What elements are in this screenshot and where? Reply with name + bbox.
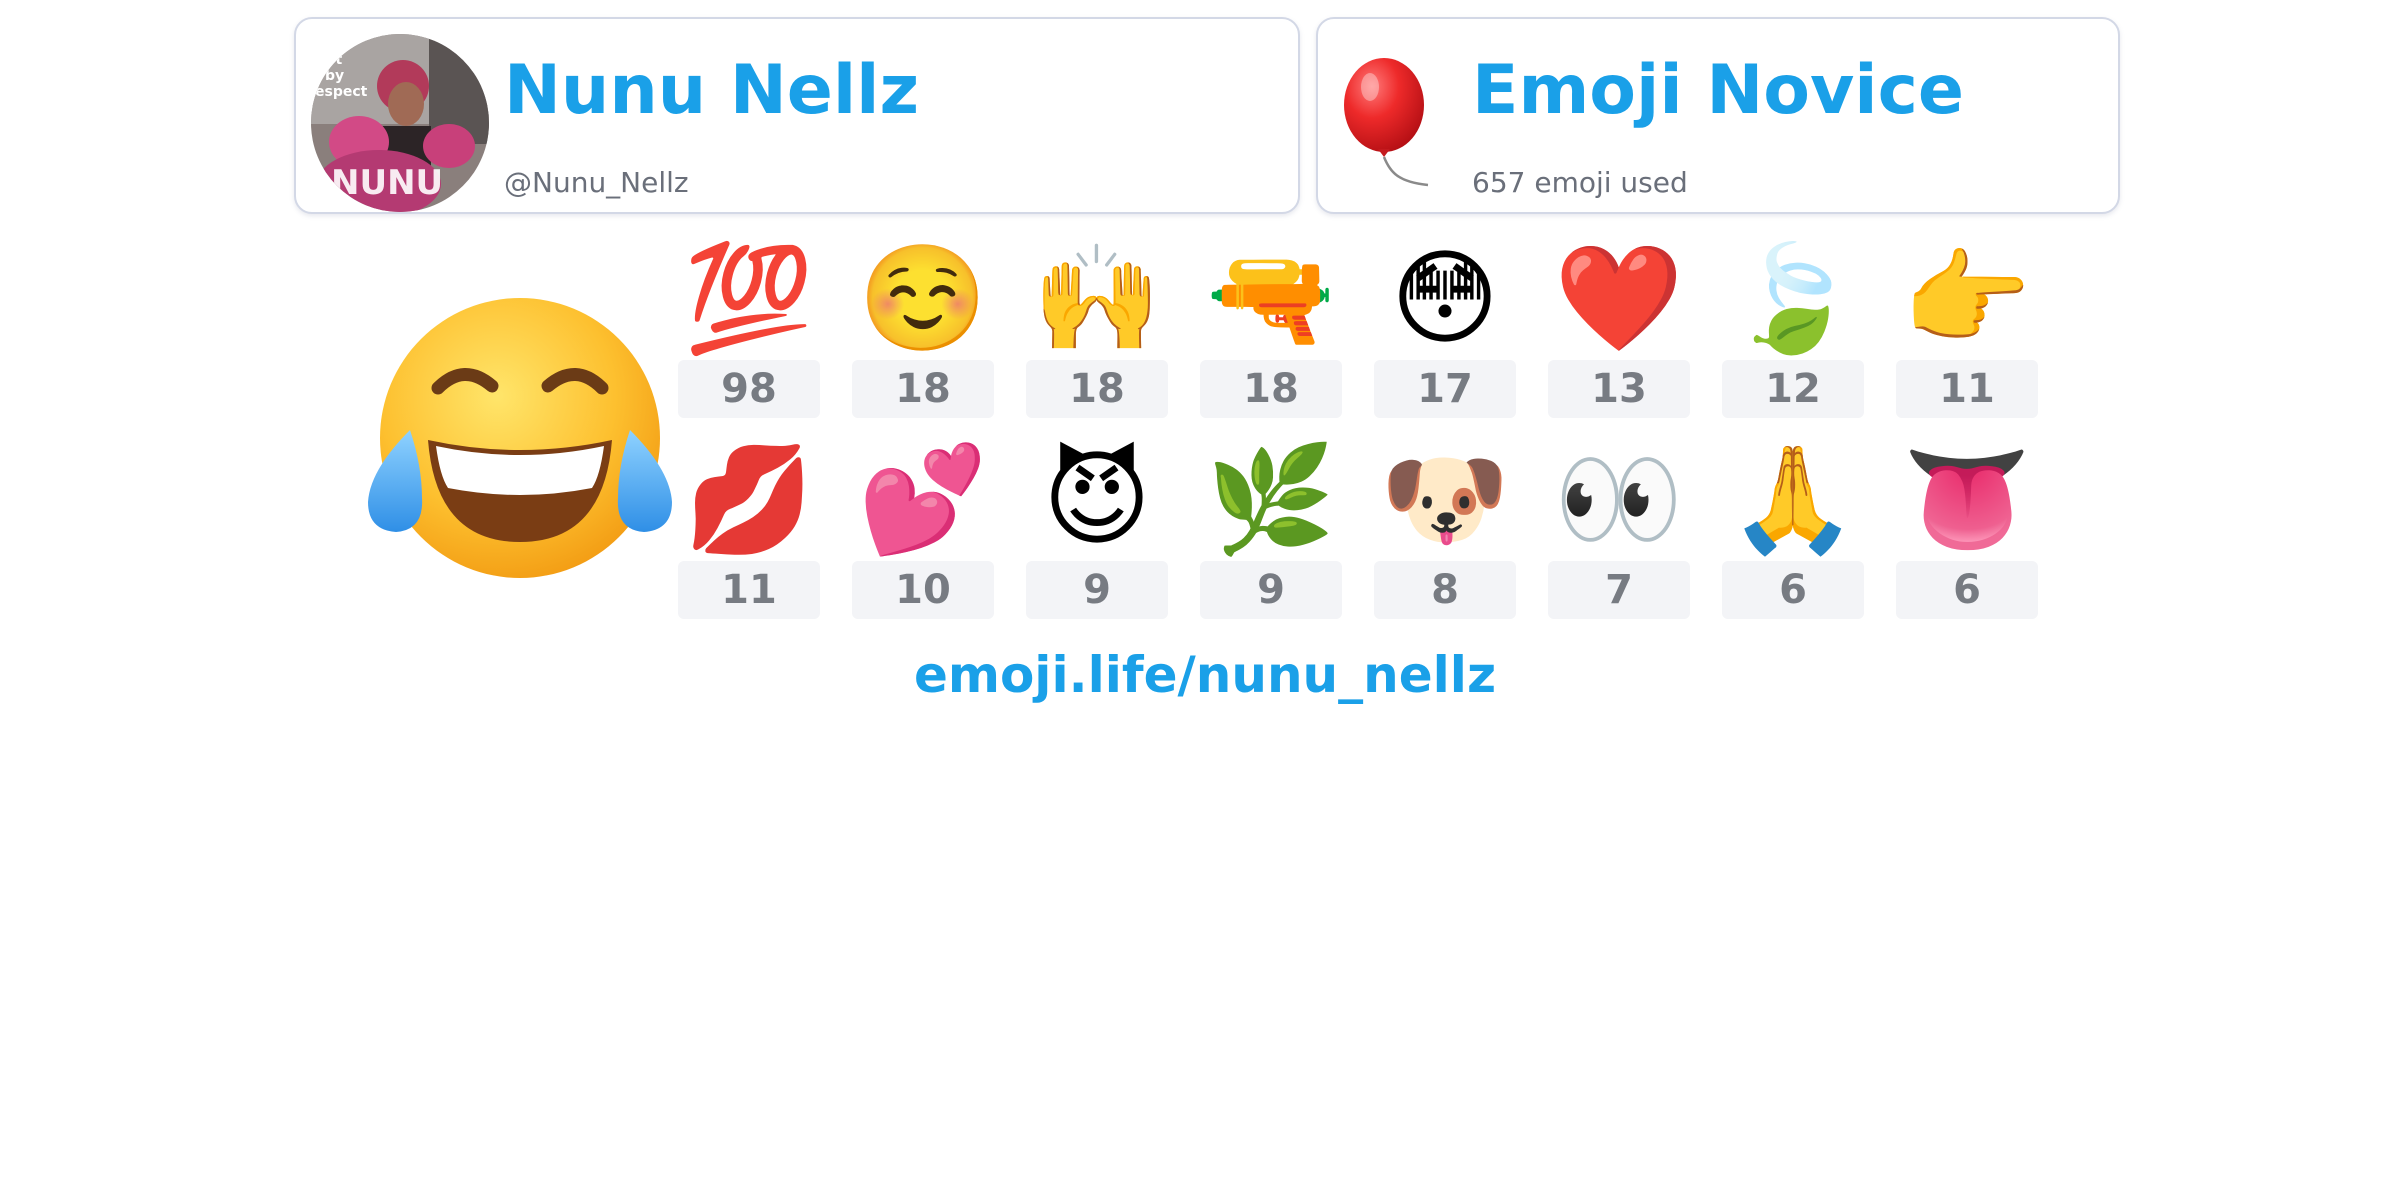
dog-face-icon: 🐶 (1380, 438, 1510, 560)
emoji-count-item[interactable]: 💋 11 (678, 437, 820, 627)
emoji-count-item[interactable]: 🙌 18 (1026, 236, 1168, 426)
emoji-count-item[interactable]: 🐶 8 (1374, 437, 1516, 627)
emoji-count-item[interactable]: 💕 10 (852, 437, 994, 627)
svg-text:NUNU: NUNU (331, 163, 443, 203)
emoji-count-item[interactable]: 😳 17 (1374, 236, 1516, 426)
emoji-count-item[interactable]: 💯 98 (678, 236, 820, 426)
user-handle[interactable]: @Nunu_Nellz (504, 169, 689, 197)
emoji-used-count: 657 emoji used (1472, 166, 1688, 199)
emoji-count-item[interactable]: 🙏 6 (1722, 437, 1864, 627)
eyes-icon: 👀 (1554, 438, 1684, 560)
svg-text:by: by (325, 68, 344, 84)
emoji-count-value: 11 (678, 561, 820, 619)
emoji-count-item[interactable]: 👀 7 (1548, 437, 1690, 627)
herb-icon: 🌿 (1206, 438, 1336, 560)
emoji-count-value: 6 (1722, 561, 1864, 619)
emoji-count-value: 11 (1896, 360, 2038, 418)
two-hearts-icon: 💕 (858, 438, 988, 560)
emoji-count-value: 18 (852, 360, 994, 418)
folded-hands-icon: 🙏 (1728, 438, 1858, 560)
svg-text:ort: ort (319, 52, 343, 68)
emoji-count-value: 8 (1374, 561, 1516, 619)
rank-card: Emoji Novice 657 emoji used (1316, 17, 2120, 214)
profile-link[interactable]: emoji.life/nunu_nellz (0, 650, 2400, 700)
emoji-stats-page: NUNU ort by espect Nunu Nellz @Nunu_Nell… (0, 0, 2400, 1200)
pointing-right-icon: 👉 (1902, 237, 2032, 359)
user-avatar[interactable]: NUNU ort by espect (311, 34, 489, 212)
emoji-count-value: 9 (1026, 561, 1168, 619)
emoji-count-item[interactable]: 👉 11 (1896, 236, 2038, 426)
emoji-count-value: 6 (1896, 561, 2038, 619)
emoji-count-value: 12 (1722, 360, 1864, 418)
emoji-count-value: 13 (1548, 360, 1690, 418)
emoji-count-value: 9 (1200, 561, 1342, 619)
emoji-count-value: 7 (1548, 561, 1690, 619)
balloon-icon (1338, 57, 1448, 201)
emoji-count-item[interactable]: 🔫 18 (1200, 236, 1342, 426)
emoji-count-value: 10 (852, 561, 994, 619)
emoji-count-value: 18 (1200, 360, 1342, 418)
emoji-count-item[interactable]: 🌿 9 (1200, 437, 1342, 627)
hundred-points-icon: 💯 (684, 237, 814, 359)
red-heart-icon: ❤️ (1554, 237, 1684, 359)
emoji-count-item[interactable]: 😈 9 (1026, 437, 1168, 627)
emoji-count-item[interactable]: 🍃 12 (1722, 236, 1864, 426)
rank-title: Emoji Novice (1472, 51, 1965, 130)
user-display-name[interactable]: Nunu Nellz (504, 57, 919, 125)
svg-text:espect: espect (315, 84, 368, 100)
emoji-count-value: 98 (678, 360, 820, 418)
emoji-count-item[interactable]: ❤️ 13 (1548, 236, 1690, 426)
kiss-mark-icon: 💋 (684, 438, 814, 560)
flushed-face-icon: 😳 (1390, 237, 1500, 359)
smiling-face-with-horns-icon: 😈 (1042, 438, 1152, 560)
leaf-fluttering-icon: 🍃 (1728, 237, 1858, 359)
face-with-tears-of-joy-icon (360, 280, 680, 600)
tongue-icon: 👅 (1902, 438, 2032, 560)
emoji-count-value: 18 (1026, 360, 1168, 418)
emoji-count-item[interactable]: ☺️ 18 (852, 236, 994, 426)
emoji-count-value: 17 (1374, 360, 1516, 418)
smiling-face-icon: ☺️ (858, 237, 988, 359)
user-card: NUNU ort by espect Nunu Nellz @Nunu_Nell… (294, 17, 1300, 214)
emoji-count-item[interactable]: 👅 6 (1896, 437, 2038, 627)
water-pistol-icon: 🔫 (1206, 237, 1336, 359)
raising-hands-icon: 🙌 (1032, 237, 1162, 359)
